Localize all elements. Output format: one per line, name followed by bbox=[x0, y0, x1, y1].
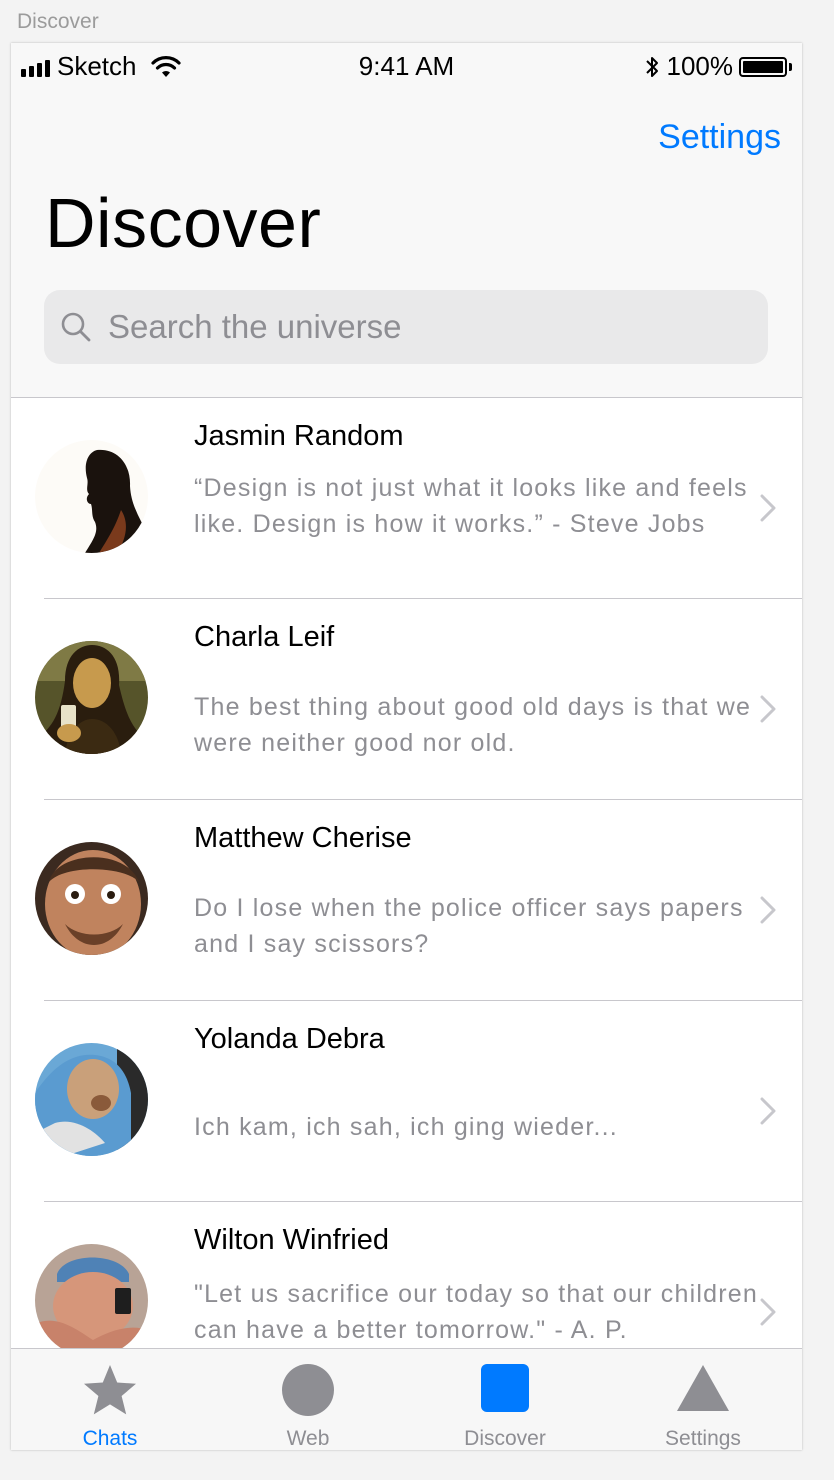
tab-bar: Chats Web Discover Settings bbox=[11, 1348, 802, 1450]
avatar bbox=[35, 440, 148, 553]
status-right: 100% bbox=[645, 51, 792, 82]
search-icon bbox=[61, 312, 91, 342]
contact-name: Yolanda Debra bbox=[194, 1023, 385, 1055]
avatar bbox=[35, 641, 148, 754]
nav-settings-button[interactable]: Settings bbox=[658, 118, 781, 157]
list-item[interactable]: Charla Leif The best thing about good ol… bbox=[11, 599, 802, 800]
tab-label: Chats bbox=[82, 1427, 138, 1450]
battery-percentage: 100% bbox=[666, 51, 734, 81]
contact-name: Wilton Winfried bbox=[194, 1224, 389, 1256]
tab-settings[interactable]: Settings bbox=[604, 1349, 802, 1450]
contact-message: The best thing about good old days is th… bbox=[194, 693, 752, 757]
tab-web[interactable]: Web bbox=[209, 1349, 407, 1450]
list-item[interactable]: Jasmin Random “Design is not just what i… bbox=[11, 398, 802, 599]
contact-name: Charla Leif bbox=[194, 621, 335, 653]
tab-label: Settings bbox=[665, 1427, 741, 1450]
chevron-right-icon bbox=[760, 695, 776, 723]
circle-icon bbox=[282, 1364, 334, 1416]
list-item[interactable]: Wilton Winfried "Let us sacrifice our to… bbox=[11, 1202, 802, 1349]
battery-tip bbox=[789, 62, 792, 71]
chevron-right-icon bbox=[760, 896, 776, 924]
artboard-label: Discover bbox=[17, 10, 99, 33]
search-input[interactable] bbox=[106, 307, 710, 347]
tab-label: Web bbox=[286, 1427, 330, 1450]
contact-message: Do I lose when the police officer says p… bbox=[194, 894, 744, 958]
square-icon bbox=[481, 1364, 529, 1412]
contact-name: Matthew Cherise bbox=[194, 822, 412, 854]
page-title: Discover bbox=[45, 184, 322, 262]
contact-message: "Let us sacrifice our today so that our … bbox=[194, 1280, 758, 1344]
avatar bbox=[35, 842, 148, 955]
list-item[interactable]: Matthew Cherise Do I lose when the polic… bbox=[11, 800, 802, 1001]
chevron-right-icon bbox=[760, 1097, 776, 1125]
chevron-right-icon bbox=[760, 1298, 776, 1326]
battery-icon bbox=[739, 56, 787, 77]
tab-discover[interactable]: Discover bbox=[406, 1349, 604, 1450]
tab-chats[interactable]: Chats bbox=[11, 1349, 209, 1450]
triangle-icon bbox=[677, 1365, 729, 1411]
bluetooth-icon bbox=[645, 56, 658, 77]
star-icon bbox=[84, 1365, 136, 1415]
contact-message: “Design is not just what it looks like a… bbox=[194, 474, 748, 538]
phone-screen: Sketch 9:41 AM 100% Settings Discover Se… bbox=[11, 43, 802, 1450]
tab-label: Discover bbox=[464, 1427, 546, 1450]
contact-message: Ich kam, ich sah, ich ging wieder... bbox=[194, 1113, 618, 1141]
avatar bbox=[35, 1043, 148, 1156]
status-bar: Sketch 9:41 AM 100% bbox=[11, 43, 802, 89]
avatar bbox=[35, 1244, 148, 1349]
contact-list: Jasmin Random “Design is not just what i… bbox=[11, 397, 802, 1349]
search-bar[interactable] bbox=[44, 290, 768, 364]
list-item[interactable]: Yolanda Debra Ich kam, ich sah, ich ging… bbox=[11, 1001, 802, 1202]
contact-name: Jasmin Random bbox=[194, 420, 404, 452]
chevron-right-icon bbox=[760, 494, 776, 522]
